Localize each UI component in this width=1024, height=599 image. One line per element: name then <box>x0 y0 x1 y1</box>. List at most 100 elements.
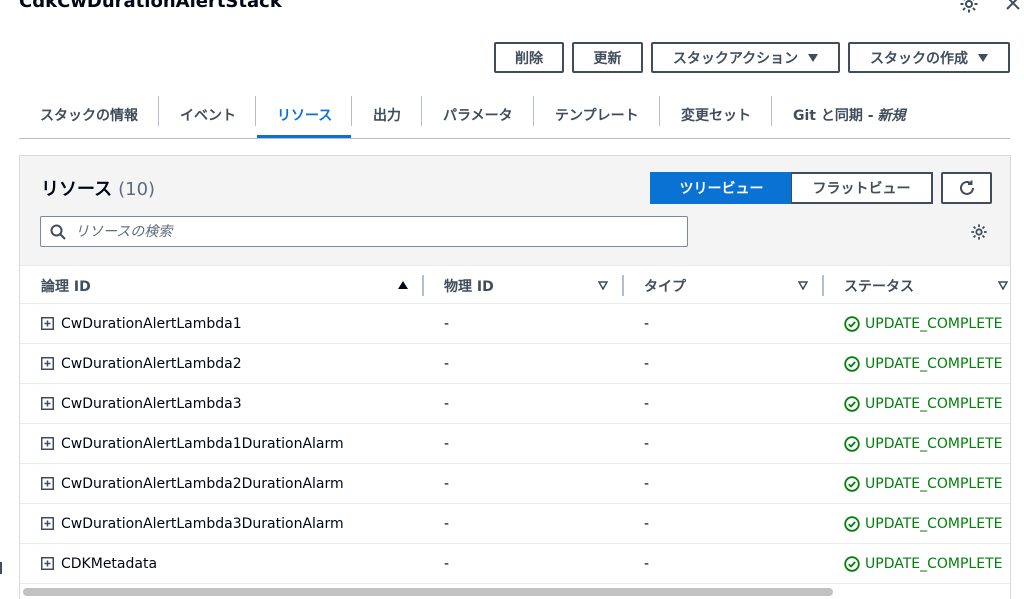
tab-events[interactable]: イベント <box>180 92 236 138</box>
column-label: 論理 ID <box>41 278 91 295</box>
tree-view-toggle[interactable]: ツリービュー <box>650 172 793 204</box>
column-type[interactable]: タイプ <box>644 266 686 305</box>
status-success-icon <box>844 355 860 372</box>
tab-template[interactable]: テンプレート <box>555 92 639 138</box>
gear-icon[interactable] <box>959 0 979 14</box>
status-text: UPDATE_COMPLETE <box>865 555 1003 572</box>
column-physical-id[interactable]: 物理 ID <box>444 266 494 305</box>
expand-icon[interactable] <box>41 317 54 330</box>
logical-id-cell: CwDurationAlertLambda1DurationAlarm <box>41 424 344 463</box>
flat-view-toggle[interactable]: フラットビュー <box>791 172 933 204</box>
sort-descending-icon[interactable] <box>798 281 808 290</box>
status-cell: UPDATE_COMPLETE <box>844 464 1002 503</box>
tab-label: Git と同期 - <box>793 108 874 124</box>
horizontal-scrollbar-thumb[interactable] <box>23 588 833 596</box>
resources-title-label: リソース <box>41 179 113 200</box>
active-tab-indicator <box>257 135 351 138</box>
status-success-icon <box>844 555 860 572</box>
status-cell: UPDATE_COMPLETE <box>844 344 1002 383</box>
column-divider[interactable] <box>622 275 624 296</box>
edge-marker <box>0 562 2 574</box>
sort-descending-icon[interactable] <box>598 281 608 290</box>
tab-divider <box>421 96 422 126</box>
tab-label: スタックの情報 <box>40 108 138 124</box>
caret-down-icon <box>978 53 988 62</box>
gear-icon[interactable] <box>970 223 988 241</box>
tab-label: テンプレート <box>555 108 639 124</box>
status-success-icon <box>844 435 860 452</box>
new-badge: 新規 <box>877 108 906 124</box>
tab-outputs[interactable]: 出力 <box>373 92 401 138</box>
table-row[interactable]: CwDurationAlertLambda3DurationAlarm - - … <box>20 504 1010 544</box>
expand-icon[interactable] <box>41 477 54 490</box>
physical-id-cell: - <box>444 515 450 532</box>
type-cell: - <box>644 395 650 412</box>
resources-search[interactable] <box>40 216 688 247</box>
table-row[interactable]: CwDurationAlertLambda2DurationAlarm - - … <box>20 464 1010 504</box>
column-divider[interactable] <box>822 275 824 296</box>
type-cell: - <box>644 355 650 372</box>
column-divider[interactable] <box>422 275 424 296</box>
status-text: UPDATE_COMPLETE <box>865 395 1003 412</box>
tab-label: 変更セット <box>681 108 751 124</box>
resources-panel: リソース(10) ツリービュー フラットビュー 論理 ID 物理 ID タイプ <box>19 155 1011 599</box>
status-text: UPDATE_COMPLETE <box>865 475 1003 492</box>
table-row[interactable]: CwDurationAlertLambda1 - - UPDATE_COMPLE… <box>20 304 1010 344</box>
search-icon <box>50 224 66 240</box>
table-row[interactable]: CwDurationAlertLambda3 - - UPDATE_COMPLE… <box>20 384 1010 424</box>
column-label: ステータス <box>844 278 914 295</box>
physical-id-cell: - <box>444 475 450 492</box>
table-row[interactable]: CDKMetadata - - UPDATE_COMPLETE <box>20 544 1010 584</box>
close-icon[interactable] <box>1004 0 1022 12</box>
sort-ascending-icon[interactable] <box>398 281 408 289</box>
create-stack-label: スタックの作成 <box>870 49 968 66</box>
tab-stack-info[interactable]: スタックの情報 <box>40 92 138 138</box>
expand-icon[interactable] <box>41 357 54 370</box>
create-stack-button[interactable]: スタックの作成 <box>848 42 1010 73</box>
expand-icon[interactable] <box>41 557 54 570</box>
tab-resources[interactable]: リソース <box>277 92 332 138</box>
resources-count: (10) <box>118 179 156 200</box>
tab-change-sets[interactable]: 変更セット <box>681 92 751 138</box>
tab-parameters[interactable]: パラメータ <box>443 92 513 138</box>
tab-git-sync[interactable]: Git と同期 - 新規 <box>793 92 906 138</box>
tab-divider <box>771 96 772 126</box>
type-cell: - <box>644 435 650 452</box>
column-status[interactable]: ステータス <box>844 266 914 305</box>
physical-id-cell: - <box>444 555 450 572</box>
tab-label: イベント <box>180 108 236 124</box>
delete-button[interactable]: 削除 <box>494 42 564 73</box>
refresh-button[interactable] <box>941 172 992 204</box>
tab-label: リソース <box>277 108 333 124</box>
status-cell: UPDATE_COMPLETE <box>844 544 1002 583</box>
logical-id-text: CwDurationAlertLambda1 <box>61 315 242 332</box>
column-logical-id[interactable]: 論理 ID <box>41 266 91 305</box>
expand-icon[interactable] <box>41 397 54 410</box>
status-success-icon <box>844 515 860 532</box>
sort-descending-icon[interactable] <box>998 281 1008 290</box>
stack-actions-button[interactable]: スタックアクション <box>651 42 840 73</box>
status-cell: UPDATE_COMPLETE <box>844 504 1002 543</box>
tab-divider <box>659 96 660 126</box>
tab-divider <box>533 96 534 126</box>
status-cell: UPDATE_COMPLETE <box>844 424 1002 463</box>
column-label: 物理 ID <box>444 278 494 295</box>
status-text: UPDATE_COMPLETE <box>865 515 1003 532</box>
expand-icon[interactable] <box>41 517 54 530</box>
logical-id-text: CwDurationAlertLambda3DurationAlarm <box>61 515 344 532</box>
physical-id-cell: - <box>444 355 450 372</box>
logical-id-cell: CDKMetadata <box>41 544 157 583</box>
expand-icon[interactable] <box>41 437 54 450</box>
resources-title: リソース (10) <box>41 175 155 201</box>
type-cell: - <box>644 475 650 492</box>
type-cell: - <box>644 555 650 572</box>
logical-id-cell: CwDurationAlertLambda2 <box>41 344 242 383</box>
search-input[interactable] <box>75 223 655 240</box>
table-row[interactable]: CwDurationAlertLambda2 - - UPDATE_COMPLE… <box>20 344 1010 384</box>
status-success-icon <box>844 475 860 492</box>
stack-title: CdkCwDurationAlertStack <box>19 0 282 12</box>
table-header: 論理 ID 物理 ID タイプ ステータス <box>20 265 1010 304</box>
logical-id-cell: CwDurationAlertLambda3 <box>41 384 242 423</box>
update-button[interactable]: 更新 <box>572 42 643 73</box>
table-row[interactable]: CwDurationAlertLambda1DurationAlarm - - … <box>20 424 1010 464</box>
